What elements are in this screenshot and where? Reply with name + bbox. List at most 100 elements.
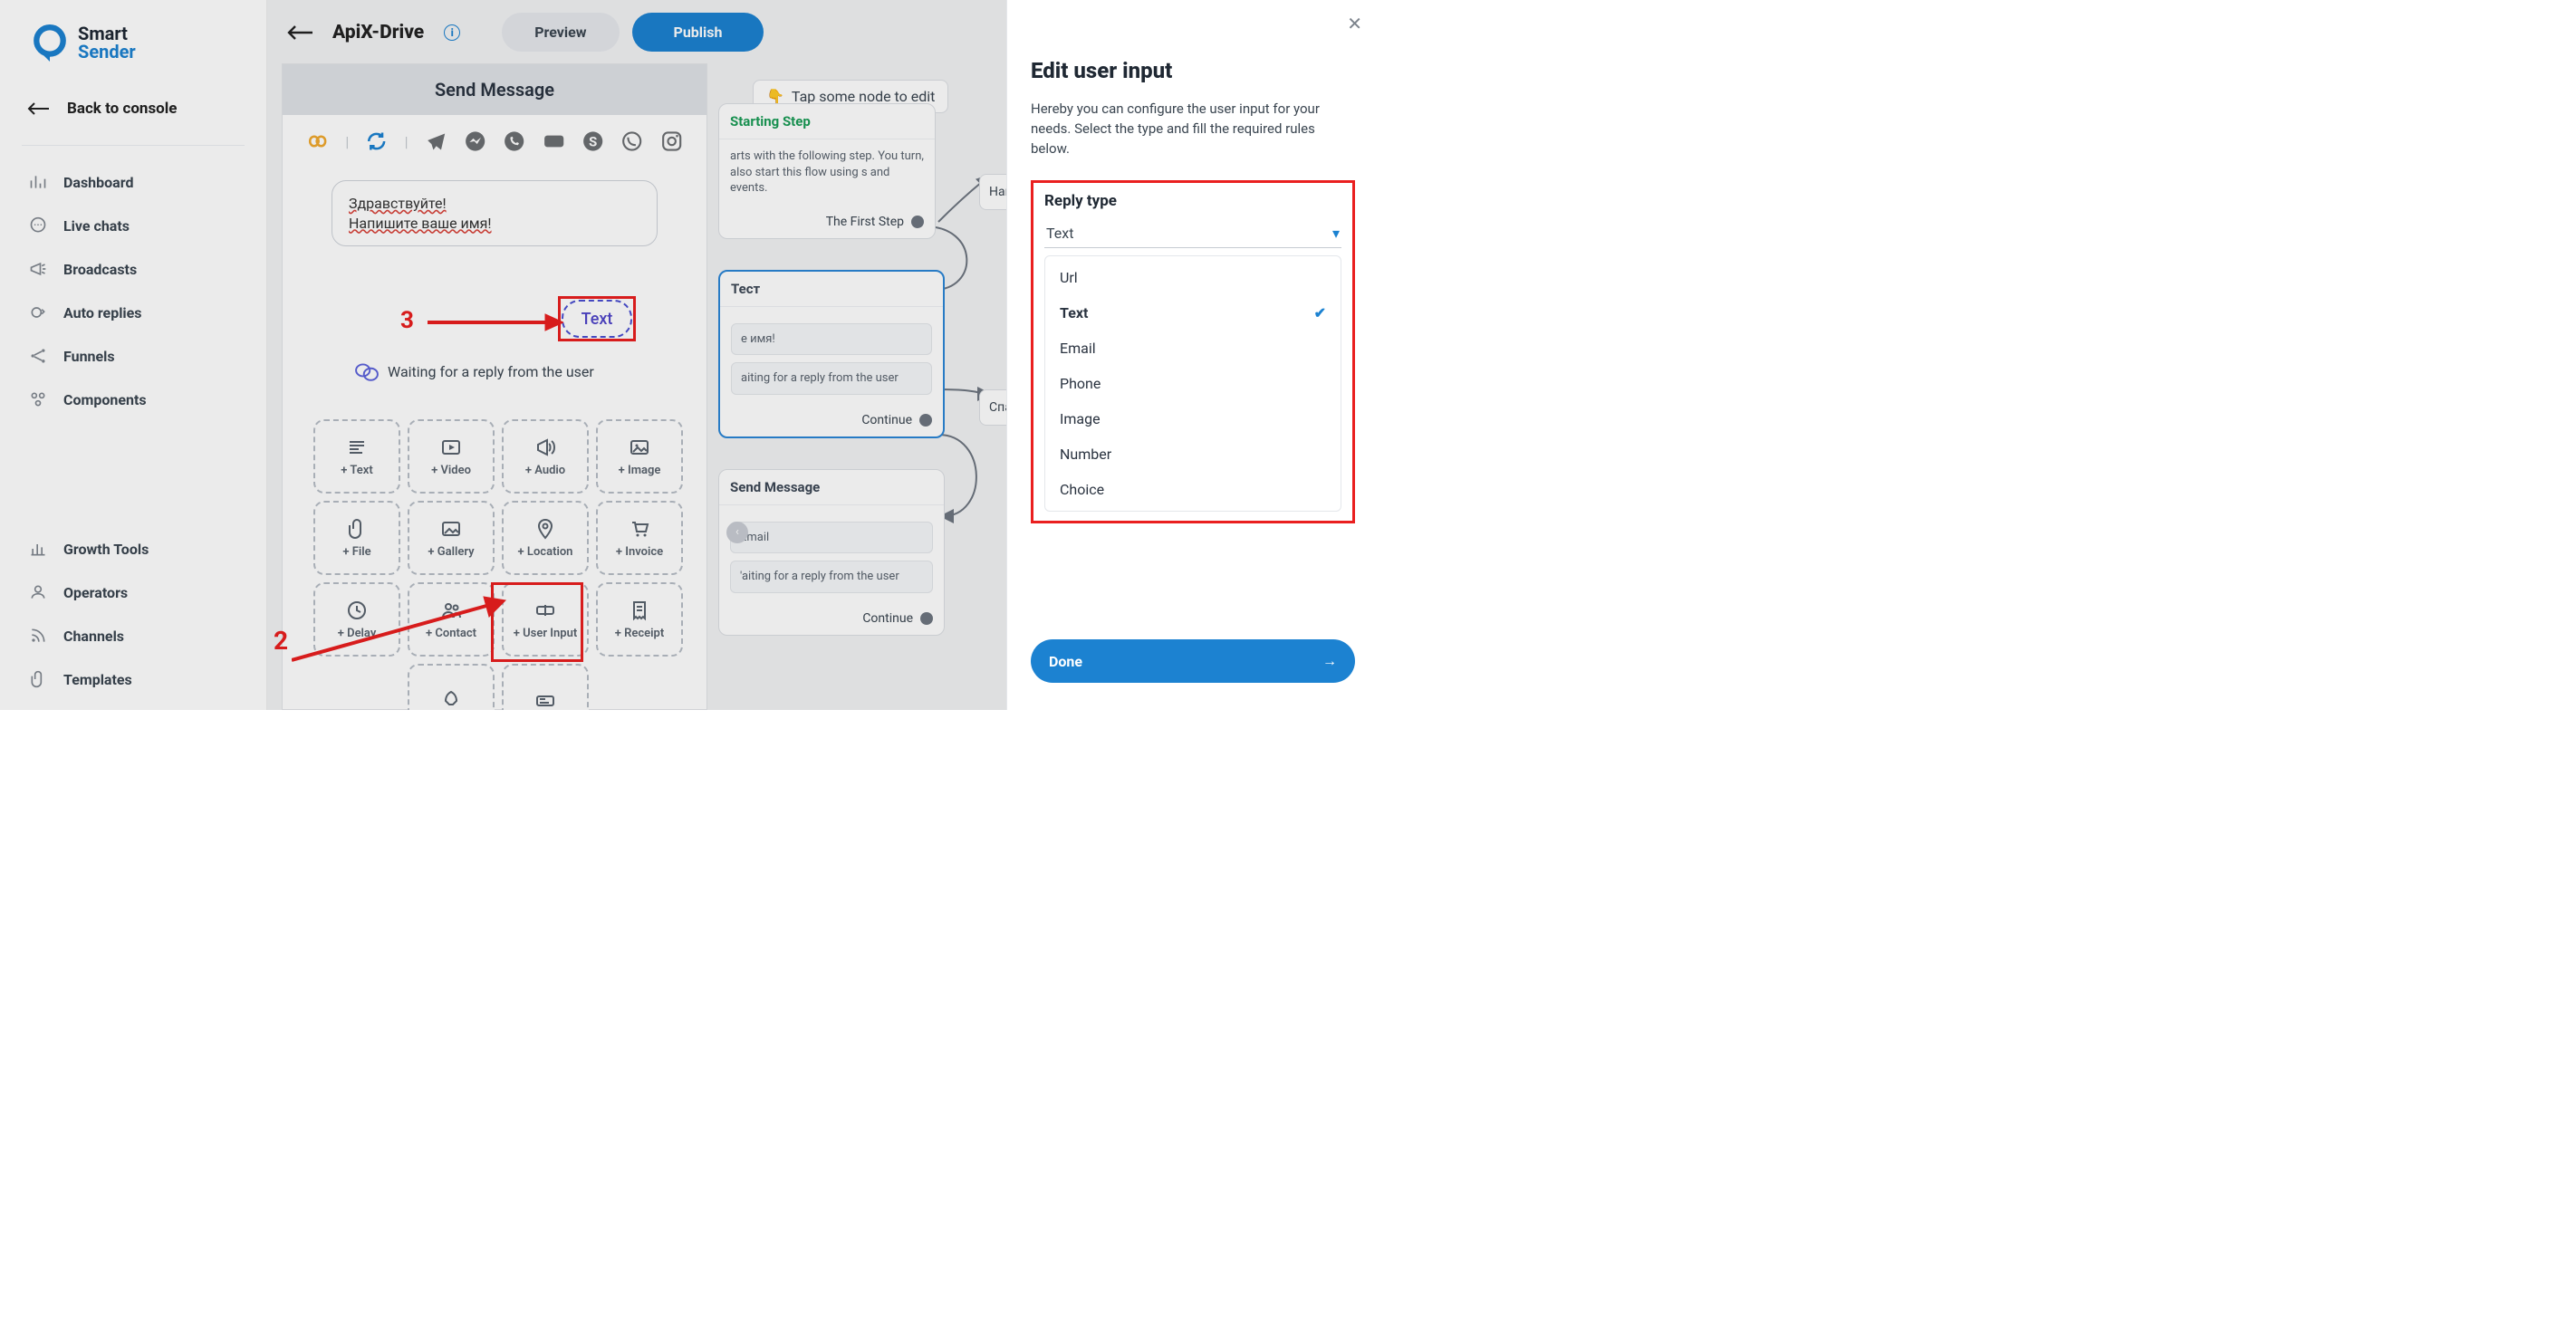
nav-label: Live chats: [63, 217, 130, 235]
refresh-icon[interactable]: [365, 129, 388, 153]
check-icon: ✔: [1314, 304, 1326, 321]
flow-card-sendmessage[interactable]: Send Message ‹ Email 'aiting for a reply…: [718, 469, 945, 636]
svg-text:S: S: [589, 133, 597, 149]
connector-dot[interactable]: [920, 612, 933, 625]
sidebar: SmartSender Back to console Dashboard Li…: [0, 0, 267, 710]
nav-label: Components: [63, 391, 147, 408]
vk-icon[interactable]: [543, 129, 565, 153]
pin-icon: [534, 518, 556, 540]
add-location-block[interactable]: + Location: [502, 501, 589, 575]
info-icon[interactable]: i: [444, 24, 460, 41]
arrow-right-icon: →: [1322, 652, 1337, 670]
nav-label: Growth Tools: [63, 541, 149, 558]
chat-bubbles-icon: [355, 361, 379, 381]
reply-type-select[interactable]: Text ▾: [1044, 219, 1341, 248]
clip-icon: [346, 518, 368, 540]
panel-desc: Hereby you can configure the user input …: [1031, 100, 1355, 158]
arrow-2: [292, 590, 509, 671]
growth-icon: [29, 540, 47, 558]
back-label: Back to console: [67, 100, 177, 118]
option-number[interactable]: Number: [1045, 436, 1341, 472]
nav-label: Broadcasts: [63, 261, 137, 278]
done-button[interactable]: Done →: [1031, 639, 1355, 683]
option-text[interactable]: Text✔: [1045, 295, 1341, 331]
annotation-3: 3: [400, 307, 414, 334]
add-invoice-block[interactable]: + Invoice: [596, 501, 683, 575]
flow-cards: Starting Step arts with the following st…: [718, 103, 1017, 666]
sidebar-item-funnels[interactable]: Funnels: [0, 334, 266, 378]
skype-icon[interactable]: S: [582, 129, 604, 153]
gallery-icon: [440, 518, 462, 540]
waiting-label: Waiting for a reply from the user: [355, 361, 594, 381]
option-phone[interactable]: Phone: [1045, 366, 1341, 401]
textbox-icon: [534, 690, 556, 710]
add-receipt-block[interactable]: + Receipt: [596, 582, 683, 657]
back-arrow-icon[interactable]: [287, 24, 312, 41]
add-gallery-block[interactable]: + Gallery: [408, 501, 495, 575]
card-row: Email: [730, 522, 933, 554]
nav-secondary: Growth Tools Operators Channels Template…: [0, 518, 266, 710]
flow-title: ApiX-Drive: [332, 22, 424, 43]
whatsapp-icon[interactable]: [620, 129, 643, 153]
option-choice[interactable]: Choice: [1045, 472, 1341, 507]
sidebar-item-channels[interactable]: Channels: [0, 614, 266, 657]
brand-line2: Sender: [78, 43, 136, 61]
channel-icons-row: | | S: [283, 115, 706, 168]
close-panel-button[interactable]: ✕: [1347, 13, 1362, 34]
flow-card-test[interactable]: Тест е имя! aiting for a reply from the …: [718, 270, 945, 438]
instagram-icon[interactable]: [660, 129, 683, 153]
text-icon: [346, 436, 368, 458]
panel-title: Send Message: [283, 64, 706, 115]
telegram-icon[interactable]: [425, 129, 447, 153]
clip-icon: [29, 670, 47, 688]
connector-dot[interactable]: [919, 414, 932, 427]
card-row: aiting for a reply from the user: [731, 362, 932, 395]
cart-icon: [629, 518, 650, 540]
option-url[interactable]: Url: [1045, 260, 1341, 295]
sidebar-item-growth[interactable]: Growth Tools: [0, 527, 266, 571]
nav-label: Templates: [63, 671, 132, 688]
chat-icon: [29, 216, 47, 235]
add-file-block[interactable]: + File: [313, 501, 400, 575]
message-bubble[interactable]: Здравствуйте! Напишите ваше имя!: [332, 180, 658, 246]
flow-card-starting[interactable]: Starting Step arts with the following st…: [718, 103, 936, 239]
msg-line1: Здравствуйте!: [349, 195, 447, 212]
share-icon: [29, 347, 47, 365]
sidebar-item-dashboard[interactable]: Dashboard: [0, 160, 266, 204]
send-message-panel: Send Message | | S Здравствуйте! На: [282, 63, 707, 710]
messenger-icon[interactable]: [464, 129, 486, 153]
publish-button[interactable]: Publish: [632, 13, 764, 52]
extra-block-2[interactable]: [502, 664, 589, 710]
add-text-block[interactable]: + Text: [313, 419, 400, 494]
infinity-icon[interactable]: [306, 129, 329, 153]
option-image[interactable]: Image: [1045, 401, 1341, 436]
connector-dot[interactable]: [911, 216, 924, 228]
chevron-left-icon[interactable]: ‹: [726, 522, 748, 543]
viber-icon[interactable]: [503, 129, 525, 153]
highlight-3: [558, 296, 636, 341]
brand-line1: Smart: [78, 24, 136, 43]
rocket-icon: [440, 690, 462, 710]
card-row: 'aiting for a reply from the user: [730, 561, 933, 593]
add-audio-block[interactable]: + Audio: [502, 419, 589, 494]
operator-icon: [29, 583, 47, 601]
arrow-3: [428, 309, 563, 336]
nav-label: Operators: [63, 584, 128, 601]
nav-label: Auto replies: [63, 304, 142, 321]
brand-icon: [31, 24, 69, 62]
preview-button[interactable]: Preview: [502, 13, 619, 52]
sidebar-item-autoreplies[interactable]: Auto replies: [0, 291, 266, 334]
back-to-console[interactable]: Back to console: [0, 78, 266, 139]
add-video-block[interactable]: + Video: [408, 419, 495, 494]
sidebar-item-broadcasts[interactable]: Broadcasts: [0, 247, 266, 291]
card-row: е имя!: [731, 323, 932, 356]
add-image-block[interactable]: + Image: [596, 419, 683, 494]
sidebar-item-operators[interactable]: Operators: [0, 571, 266, 614]
sidebar-item-components[interactable]: Components: [0, 378, 266, 421]
sidebar-item-livechats[interactable]: Live chats: [0, 204, 266, 247]
megaphone-icon: [29, 260, 47, 278]
option-email[interactable]: Email: [1045, 331, 1341, 366]
gear-reply-icon: [29, 303, 47, 321]
sidebar-item-templates[interactable]: Templates: [0, 657, 266, 701]
nav-label: Dashboard: [63, 174, 133, 191]
